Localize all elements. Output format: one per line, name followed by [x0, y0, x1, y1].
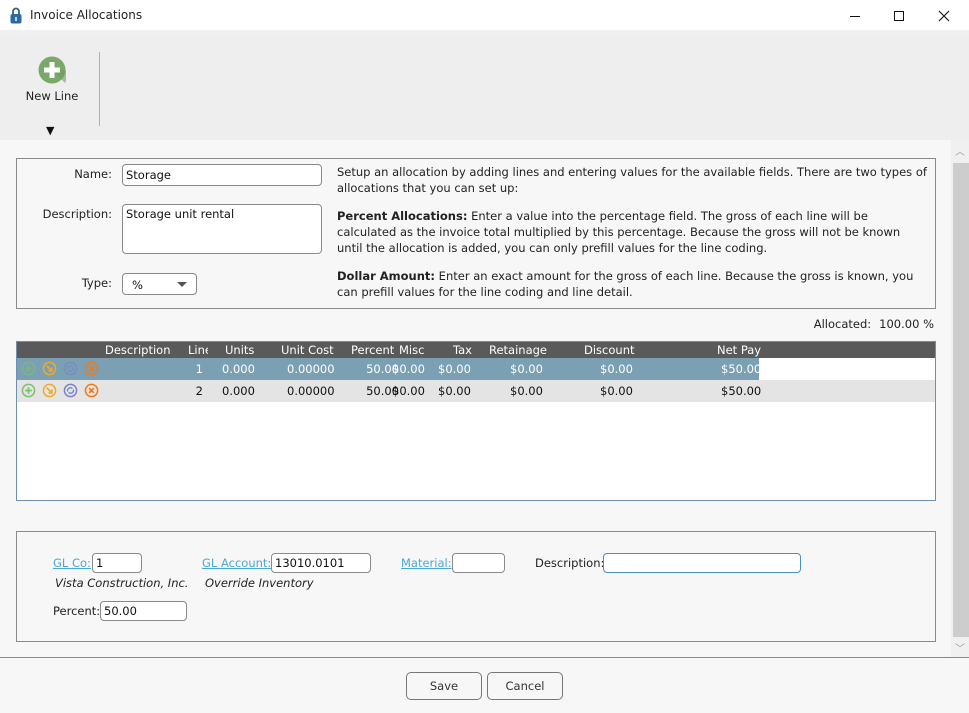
table-row[interactable]: 2 0.000 0.00000 50.00 $0.00 $0.00 $0.00 $0.00 $5… [17, 380, 935, 402]
toolbar: New Line ▼ [0, 36, 969, 140]
cell-unit-cost: 0.00000 [287, 384, 335, 398]
allocated-label: Allocated: [813, 317, 872, 331]
title-bar: Invoice Allocations [0, 0, 969, 31]
edit-icon[interactable] [42, 361, 57, 379]
scrollbar-thumb[interactable] [953, 163, 969, 637]
minimize-icon [850, 15, 860, 17]
maximize-button[interactable] [876, 0, 922, 31]
cell-net-pay: $50.00 [721, 384, 762, 398]
help-intro: Setup an allocation by adding lines and … [337, 165, 927, 195]
allocation-lines-grid: Description Line Units Unit Cost Percent… [16, 341, 936, 501]
detail-description-input[interactable] [603, 553, 801, 573]
line-detail-panel: GL Co: Vista Construction, Inc. GL Accou… [16, 531, 936, 642]
col-description[interactable]: Description [105, 343, 171, 357]
name-input[interactable] [122, 164, 322, 186]
close-icon [938, 10, 950, 21]
type-select-value: % [132, 278, 143, 292]
save-button[interactable]: Save [406, 672, 482, 700]
type-select[interactable]: % [122, 273, 197, 295]
gl-account-description: Override Inventory [205, 576, 314, 590]
cell-line: 1 [195, 362, 203, 376]
cell-discount: $0.00 [600, 362, 633, 376]
cell-retainage: $0.00 [510, 384, 543, 398]
cell-units: 0.000 [222, 384, 255, 398]
close-button[interactable] [921, 0, 967, 31]
scroll-up-icon[interactable]: ︿ [951, 143, 969, 160]
add-icon[interactable] [21, 361, 36, 379]
allocated-value: 100.00 % [879, 317, 934, 331]
cell-units: 0.000 [222, 362, 255, 376]
toolbar-dropdown-arrow-icon[interactable]: ▼ [46, 124, 54, 137]
cell-unit-cost: 0.00000 [287, 362, 335, 376]
cell-discount: $0.00 [600, 384, 633, 398]
gl-account-input[interactable] [271, 553, 371, 573]
allocated-summary: Allocated: 100.00 % [814, 317, 934, 331]
row-actions [21, 383, 99, 401]
new-line-label: New Line [25, 89, 79, 103]
cell-net-pay: $50.00 [721, 362, 762, 376]
gl-co-link[interactable]: GL Co: [53, 556, 91, 570]
gl-account-link[interactable]: GL Account: [202, 556, 271, 570]
allocation-header-panel: Name: Description: Storage unit rental T… [16, 158, 936, 309]
toolbar-separator [99, 52, 100, 126]
description-textarea[interactable]: Storage unit rental [122, 204, 322, 254]
type-label: Type: [81, 276, 112, 290]
vertical-scrollbar[interactable]: ︿ ﹀ [951, 143, 969, 657]
add-icon[interactable] [21, 383, 36, 401]
refresh-icon[interactable] [63, 383, 78, 401]
row-actions [21, 361, 99, 379]
col-tax[interactable]: Tax [453, 343, 472, 357]
grid-header: Description Line Units Unit Cost Percent… [17, 342, 935, 358]
cell-misc: $0.00 [392, 362, 425, 376]
cell-retainage: $0.00 [510, 362, 543, 376]
cell-line: 2 [195, 384, 203, 398]
help-dollar-title: Dollar Amount: [337, 269, 436, 283]
content-area: Name: Description: Storage unit rental T… [0, 140, 951, 657]
help-dollar: Dollar Amount: Enter an exact amount for… [337, 268, 927, 300]
detail-description-label: Description: [535, 556, 605, 570]
col-line[interactable]: Line [188, 343, 208, 357]
col-unit-cost[interactable]: Unit Cost [281, 343, 334, 357]
refresh-icon[interactable] [63, 361, 78, 379]
minimize-button[interactable] [832, 0, 878, 31]
edit-icon[interactable] [42, 383, 57, 401]
gl-co-description: Vista Construction, Inc. [55, 576, 189, 590]
help-percent-title: Percent Allocations: [337, 209, 468, 223]
cell-tax: $0.00 [438, 362, 471, 376]
col-units[interactable]: Units [225, 343, 254, 357]
description-label: Description: [42, 207, 112, 221]
maximize-icon [894, 10, 904, 21]
cancel-button[interactable]: Cancel [487, 672, 563, 700]
material-link[interactable]: Material: [401, 556, 452, 570]
help-percent: Percent Allocations: Enter a value into … [337, 208, 927, 256]
name-label: Name: [74, 167, 112, 181]
lock-icon [10, 7, 22, 27]
percent-input[interactable] [100, 601, 187, 621]
col-retainage[interactable]: Retainage [489, 343, 547, 357]
window-title: Invoice Allocations [30, 8, 143, 22]
help-text: Setup an allocation by adding lines and … [337, 164, 927, 312]
chevron-down-icon [177, 282, 187, 287]
new-line-button[interactable]: New Line [22, 56, 82, 103]
cell-misc: $0.00 [392, 384, 425, 398]
col-percent[interactable]: Percent [351, 343, 394, 357]
footer-bar: Save Cancel [0, 657, 969, 713]
gl-co-input[interactable] [92, 553, 142, 573]
material-input[interactable] [452, 553, 505, 573]
table-row[interactable]: 1 0.000 0.00000 50.00 $0.00 $0.00 $0.00 $0.00 $5… [17, 358, 762, 380]
col-net-pay[interactable]: Net Pay [717, 343, 761, 357]
delete-icon[interactable] [84, 361, 99, 379]
percent-label: Percent: [53, 604, 101, 618]
delete-icon[interactable] [84, 383, 99, 401]
scroll-down-icon[interactable]: ﹀ [951, 640, 969, 657]
plus-circle-icon [38, 56, 66, 84]
cell-tax: $0.00 [438, 384, 471, 398]
col-discount[interactable]: Discount [584, 343, 635, 357]
col-misc[interactable]: Misc [399, 343, 424, 357]
